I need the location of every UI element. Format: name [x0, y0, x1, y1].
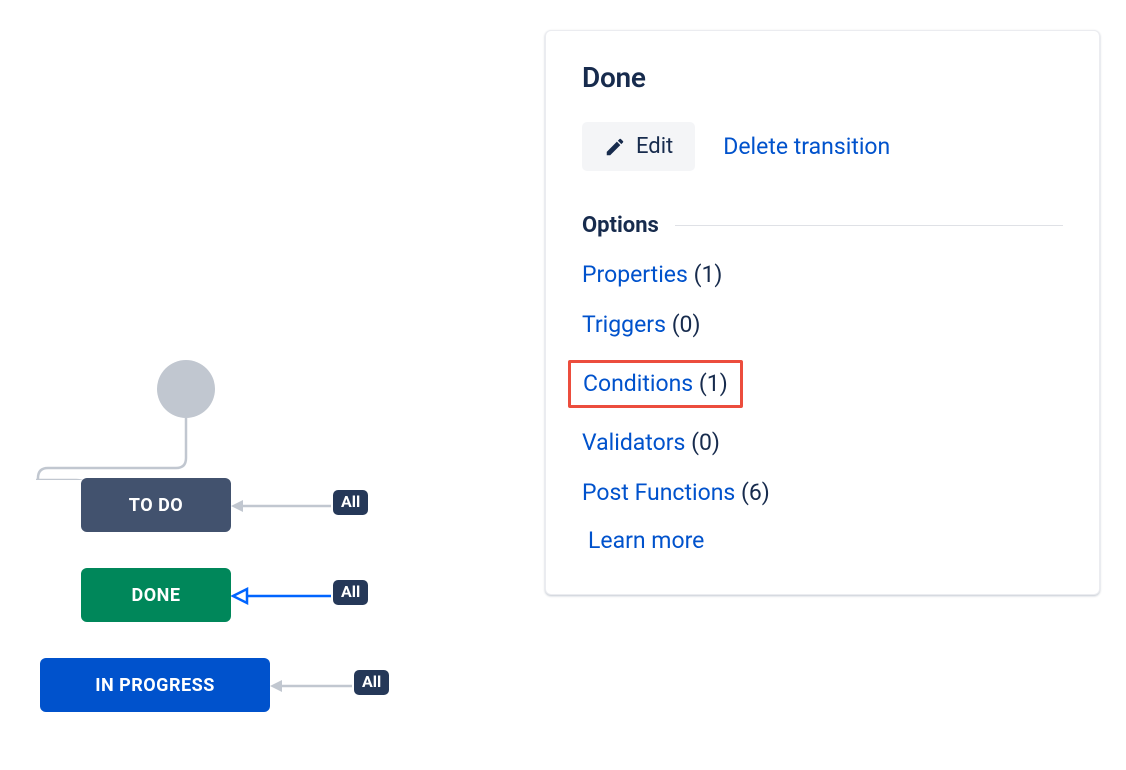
option-validators[interactable]: Validators (0) [582, 428, 720, 458]
edit-label: Edit [636, 134, 673, 159]
pencil-icon [604, 136, 626, 158]
delete-label: Delete transition [723, 133, 890, 160]
badge-label: All [341, 582, 360, 601]
options-label: Options [582, 213, 659, 238]
badge-label: All [362, 672, 381, 691]
option-count: (1) [699, 370, 728, 397]
status-node-done[interactable]: DONE [81, 568, 231, 622]
status-label: TO DO [129, 495, 183, 516]
option-count: (6) [741, 479, 770, 506]
status-label: IN PROGRESS [95, 675, 215, 696]
learn-more-label: Learn more [588, 527, 704, 554]
badge-label: All [341, 492, 360, 511]
option-count: (0) [691, 429, 720, 456]
option-label: Properties [582, 261, 688, 288]
option-label: Conditions [583, 370, 693, 397]
option-conditions[interactable]: Conditions (1) [568, 360, 743, 408]
start-node[interactable] [157, 360, 215, 418]
status-label: DONE [132, 585, 181, 606]
delete-transition-link[interactable]: Delete transition [723, 133, 890, 160]
transition-badge-inprogress[interactable]: All [354, 670, 389, 695]
option-count: (0) [672, 311, 701, 338]
panel-actions: Edit Delete transition [582, 122, 1063, 171]
transition-badge-done[interactable]: All [333, 580, 368, 605]
option-properties[interactable]: Properties (1) [582, 260, 722, 290]
connector-start-to-todo [36, 418, 188, 480]
options-list: Properties (1) Triggers (0) Conditions (… [582, 260, 1063, 554]
transition-badge-todo[interactable]: All [333, 490, 368, 515]
transition-panel: Done Edit Delete transition Options Prop… [545, 30, 1100, 595]
option-label: Post Functions [582, 479, 735, 506]
divider [675, 225, 1063, 226]
edit-button[interactable]: Edit [582, 122, 695, 171]
option-count: (1) [694, 261, 723, 288]
option-postfunctions[interactable]: Post Functions (6) [582, 478, 770, 508]
status-node-inprogress[interactable]: IN PROGRESS [40, 658, 270, 712]
panel-title: Done [582, 61, 1063, 94]
transition-arrow-todo[interactable] [231, 496, 336, 516]
transition-arrow-done[interactable] [231, 586, 336, 606]
option-triggers[interactable]: Triggers (0) [582, 310, 701, 340]
options-header: Options [582, 213, 1063, 238]
option-label: Triggers [582, 311, 666, 338]
transition-arrow-inprogress[interactable] [270, 676, 358, 696]
option-label: Validators [582, 429, 685, 456]
learn-more-link[interactable]: Learn more [588, 527, 704, 554]
status-node-todo[interactable]: TO DO [81, 478, 231, 532]
